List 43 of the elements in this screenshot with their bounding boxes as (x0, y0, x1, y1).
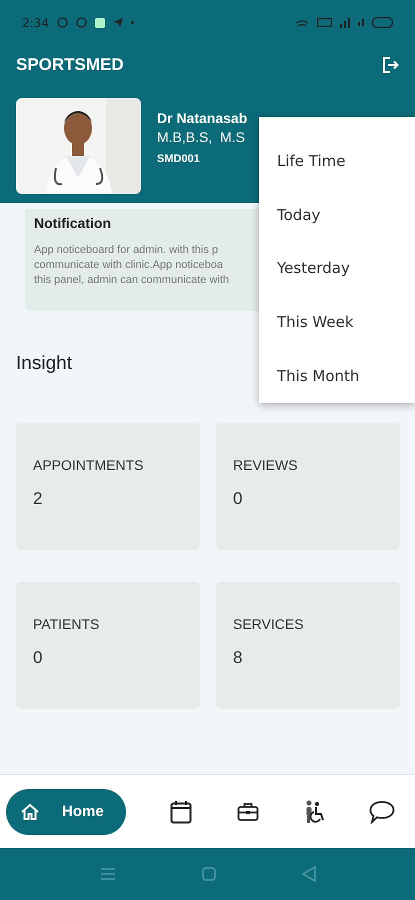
chat-icon (369, 800, 395, 824)
doctor-code: SMD001 (157, 153, 201, 165)
calendar-tab[interactable] (170, 800, 192, 824)
circle-icon (76, 17, 87, 28)
calendar-icon (170, 800, 192, 824)
stat-card[interactable]: REVIEWS 0 (216, 423, 400, 550)
notification-text: this panel, admin can communicate with (34, 273, 230, 288)
menu-item[interactable]: This Week (259, 295, 415, 350)
menu-item[interactable]: This Month (259, 349, 415, 403)
briefcase-icon (236, 802, 258, 822)
stat-value: 2 (33, 489, 44, 509)
stat-card[interactable]: PATIENTS 0 (16, 582, 200, 709)
chat-tab[interactable] (369, 800, 395, 824)
stat-value: 0 (33, 648, 44, 668)
signal-icon (340, 18, 350, 28)
logout-icon[interactable] (381, 56, 399, 74)
home-icon (20, 802, 40, 822)
wifi-icon (295, 18, 309, 26)
stat-label: APPOINTMENTS (33, 457, 144, 473)
status-time: 2:34 (22, 16, 49, 30)
send-icon (112, 18, 123, 27)
signal-icon (358, 19, 364, 26)
app-icon (94, 18, 105, 28)
stat-label: PATIENTS (33, 616, 100, 632)
menu-item[interactable]: Life Time (259, 134, 415, 188)
doctor-name: Dr Natanasab (157, 110, 248, 126)
notification-text: App noticeboard for admin. with this p (34, 243, 220, 258)
stat-value: 8 (233, 648, 244, 668)
section-title: Insight (16, 353, 73, 375)
stat-card[interactable]: APPOINTMENTS 2 (16, 423, 200, 550)
stat-label: REVIEWS (233, 457, 299, 473)
home-tab[interactable]: Home (6, 788, 126, 834)
briefcase-tab[interactable] (236, 802, 258, 822)
circle-icon (56, 17, 68, 28)
dot-icon (130, 21, 134, 24)
stat-value: 0 (233, 489, 244, 509)
menu-item[interactable]: Yesterday (259, 242, 415, 296)
app-title: SPORTSMED (16, 55, 124, 75)
battery-icon (372, 17, 393, 28)
doctor-degrees: M.B,B.S, M.S (157, 129, 246, 145)
stat-label: SERVICES (233, 616, 305, 632)
stat-card[interactable]: SERVICES 8 (216, 582, 400, 709)
menu-item[interactable]: Today (259, 188, 415, 242)
